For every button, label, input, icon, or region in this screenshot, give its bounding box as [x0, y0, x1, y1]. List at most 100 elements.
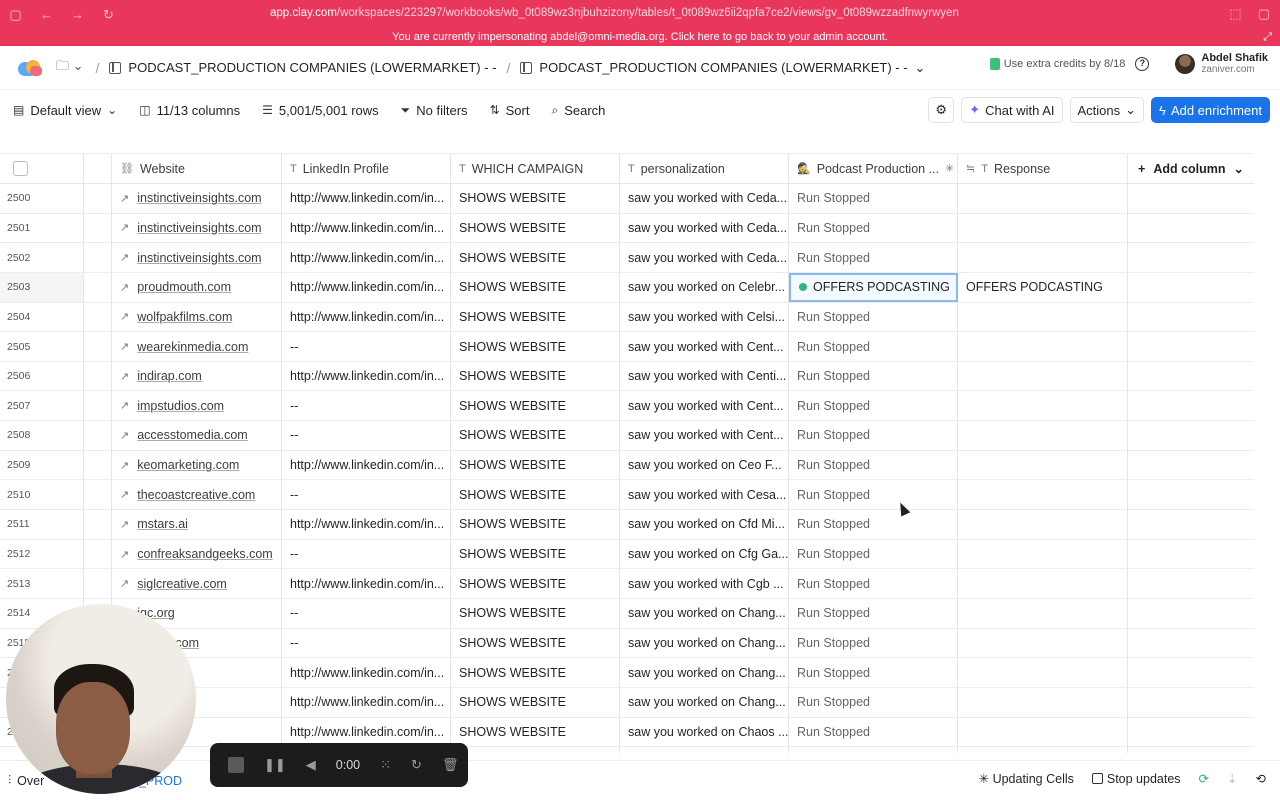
- banner-close-icon[interactable]: ⤢: [1263, 29, 1272, 45]
- cell-linkedin[interactable]: --: [282, 391, 451, 421]
- cell-personalization[interactable]: saw you worked on Chang...: [620, 658, 789, 687]
- cell-campaign[interactable]: SHOWS WEBSITE: [451, 658, 620, 687]
- cell-website[interactable]: ↗ accesstomedia.com: [112, 421, 282, 450]
- cell-podcast-production[interactable]: Run Stopped: [789, 569, 958, 598]
- cell-website[interactable]: ↗ wolfpakfilms.com: [112, 302, 282, 332]
- back-icon[interactable]: ←: [31, 7, 62, 22]
- cell-website[interactable]: ↗ keomarketing.com: [112, 450, 282, 480]
- cell-personalization[interactable]: saw you worked on Celebr...: [620, 272, 789, 302]
- website-link[interactable]: keomarketing.com: [137, 458, 239, 472]
- cell-response[interactable]: [958, 539, 1128, 569]
- cell-response[interactable]: [958, 213, 1128, 243]
- cell-campaign[interactable]: SHOWS WEBSITE: [451, 421, 620, 450]
- cell-campaign[interactable]: SHOWS WEBSITE: [451, 302, 620, 332]
- cell-linkedin[interactable]: http://www.linkedin.com/in...: [282, 184, 451, 213]
- cell-campaign[interactable]: SHOWS WEBSITE: [451, 628, 620, 658]
- cell-podcast-production[interactable]: Run Stopped: [789, 598, 958, 628]
- help-icon[interactable]: ?: [1135, 57, 1150, 71]
- cell-response[interactable]: [958, 628, 1128, 658]
- view-selector[interactable]: ▤ Default view ⌄: [13, 103, 117, 118]
- history-icon[interactable]: ⟲: [1256, 771, 1266, 786]
- cell-podcast-production[interactable]: Run Stopped: [789, 510, 958, 539]
- cell-podcast-production[interactable]: Run Stopped: [789, 539, 958, 569]
- row-number[interactable]: 2500: [0, 184, 84, 213]
- row-number[interactable]: 2510: [0, 480, 84, 510]
- cell-podcast-production[interactable]: Run Stopped: [789, 184, 958, 213]
- cell-personalization[interactable]: saw you worked on Chang...: [620, 687, 789, 717]
- column-header-response[interactable]: ≒ T Response: [958, 154, 1128, 183]
- cell-podcast-production[interactable]: Run Stopped: [789, 421, 958, 450]
- cell-campaign[interactable]: SHOWS WEBSITE: [451, 480, 620, 510]
- cell-linkedin[interactable]: --: [282, 332, 451, 361]
- cell-linkedin[interactable]: http://www.linkedin.com/in...: [282, 658, 451, 687]
- column-header-podcast-production[interactable]: 🕵 Podcast Production ... ✳: [789, 154, 958, 183]
- cell-response[interactable]: [958, 747, 1128, 753]
- row-number[interactable]: 2508: [0, 421, 84, 450]
- cell-podcast-production[interactable]: Run Stopped: [789, 302, 958, 332]
- cell-personalization[interactable]: saw you worked with Ceda...: [620, 213, 789, 243]
- cell-personalization[interactable]: saw you worked with Cent...: [620, 421, 789, 450]
- column-header-personalization[interactable]: Tpersonalization: [620, 154, 789, 183]
- external-link-icon[interactable]: ↗: [120, 577, 129, 590]
- cell-campaign[interactable]: SHOWS WEBSITE: [451, 717, 620, 747]
- external-link-icon[interactable]: ↗: [120, 429, 129, 442]
- cell-linkedin[interactable]: http://www.linkedin.com/in...: [282, 361, 451, 391]
- external-link-icon[interactable]: ↗: [120, 370, 129, 383]
- trash-icon[interactable]: 🗑: [442, 757, 459, 773]
- cell-website[interactable]: ↗ mstars.ai: [112, 510, 282, 539]
- column-header-linkedin[interactable]: T LinkedIn Profile: [282, 154, 451, 183]
- cell-linkedin[interactable]: http://www.linkedin.com/in...: [282, 243, 451, 272]
- website-link[interactable]: instinctiveinsights.com: [137, 191, 261, 205]
- pin-icon[interactable]: ⇣: [1227, 771, 1237, 786]
- cell-podcast-production[interactable]: Run Stopped: [789, 391, 958, 421]
- website-link[interactable]: indirap.com: [137, 369, 202, 383]
- website-link[interactable]: proudmouth.com: [137, 280, 231, 294]
- cell-response[interactable]: [958, 658, 1128, 687]
- website-link[interactable]: accesstomedia.com: [137, 428, 247, 442]
- pause-icon[interactable]: ❚❚: [264, 757, 286, 773]
- cell-podcast-production[interactable]: Run Stopped: [789, 332, 958, 361]
- external-link-icon[interactable]: ↗: [120, 399, 129, 412]
- search-button[interactable]: ⌕ Search: [551, 103, 605, 118]
- breadcrumb-workbook[interactable]: PODCAST_PRODUCTION COMPANIES (LOWERMARKE…: [109, 60, 497, 75]
- cell-personalization[interactable]: saw you worked with Cent...: [620, 391, 789, 421]
- cell-linkedin[interactable]: http://www.linkedin.com/in...: [282, 272, 451, 302]
- cell-personalization[interactable]: saw you worked with Cent...: [620, 332, 789, 361]
- cell-campaign[interactable]: SHOWS WEBSITE: [451, 184, 620, 213]
- settings-button[interactable]: ⚙: [928, 97, 955, 123]
- cell-website[interactable]: ↗ proudmouth.com: [112, 272, 282, 302]
- external-link-icon[interactable]: ↗: [120, 221, 129, 234]
- cell-website[interactable]: ↗ impstudios.com: [112, 391, 282, 421]
- cell-campaign[interactable]: SHOWS WEBSITE: [451, 272, 620, 302]
- row-number[interactable]: 2505: [0, 332, 84, 361]
- row-number[interactable]: 2512: [0, 539, 84, 569]
- cell-linkedin[interactable]: --: [282, 628, 451, 658]
- external-link-icon[interactable]: ↗: [120, 459, 129, 472]
- add-column-button[interactable]: + Add column ⌄: [1128, 154, 1254, 183]
- cell-response[interactable]: [958, 184, 1128, 213]
- cell-website[interactable]: ↗ instinctiveinsights.com: [112, 243, 282, 272]
- cell-response[interactable]: [958, 302, 1128, 332]
- cell-response[interactable]: [958, 510, 1128, 539]
- cell-campaign[interactable]: SHOWS WEBSITE: [451, 569, 620, 598]
- cell-response[interactable]: [958, 717, 1128, 747]
- cell-personalization[interactable]: saw you worked with Ceda...: [620, 184, 789, 213]
- website-link[interactable]: confreaksandgeeks.com: [137, 547, 273, 561]
- cell-podcast-production[interactable]: Run Stopped: [789, 480, 958, 510]
- select-all-checkbox[interactable]: [13, 161, 28, 176]
- breadcrumb-table[interactable]: PODCAST_PRODUCTION COMPANIES (LOWERMARKE…: [520, 60, 925, 76]
- cell-campaign[interactable]: SHOWS WEBSITE: [451, 361, 620, 391]
- cell-linkedin[interactable]: http://www.linkedin.com/in...: [282, 450, 451, 480]
- cell-linkedin[interactable]: --: [282, 539, 451, 569]
- cell-linkedin[interactable]: http://www.linkedin.com/in...: [282, 302, 451, 332]
- row-number[interactable]: 2506: [0, 361, 84, 391]
- cell-response[interactable]: [958, 361, 1128, 391]
- cell-website[interactable]: ↗ siglcreative.com: [112, 569, 282, 598]
- impersonation-message[interactable]: You are currently impersonating abdel@om…: [392, 31, 888, 43]
- cell-personalization[interactable]: saw you worked with Cgb ...: [620, 569, 789, 598]
- cell-response[interactable]: [958, 421, 1128, 450]
- mute-icon[interactable]: ◀: [306, 757, 316, 773]
- cell-response[interactable]: [958, 243, 1128, 272]
- credits-notice[interactable]: Use extra credits by 8/18: [989, 58, 1125, 70]
- sort-button[interactable]: ⇅ Sort: [490, 103, 530, 118]
